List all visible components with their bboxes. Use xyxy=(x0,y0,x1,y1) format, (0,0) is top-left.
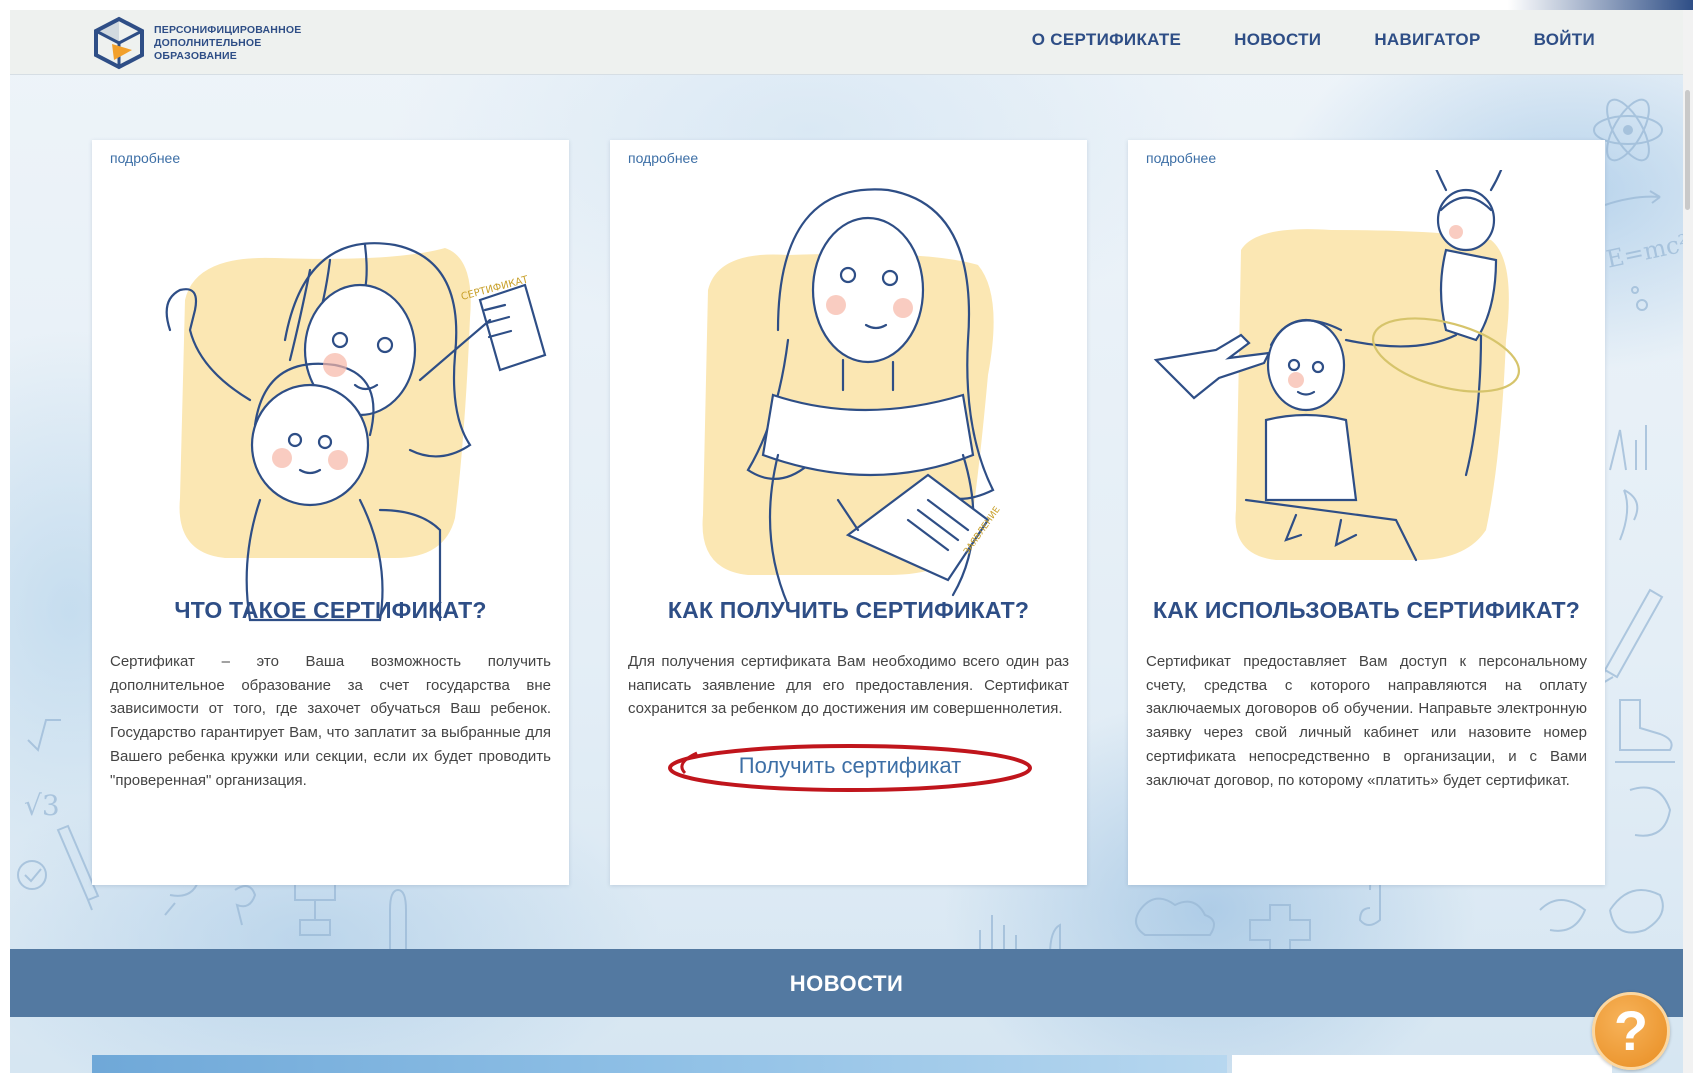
card-title: КАК ИСПОЛЬЗОВАТЬ СЕРТИФИКАТ? xyxy=(1153,597,1580,623)
news-side-panel xyxy=(1232,1055,1612,1073)
news-title: НОВОСТИ xyxy=(789,971,904,996)
pencil-icon xyxy=(1599,588,1664,687)
svg-text:E=mc²: E=mc² xyxy=(1604,229,1683,274)
nav-about-certificate[interactable]: О СЕРТИФИКАТЕ xyxy=(1032,30,1181,50)
cta-highlight: Получить сертификат xyxy=(655,740,1045,800)
window-accent xyxy=(1230,0,1693,10)
get-certificate-link[interactable]: Получить сертификат xyxy=(655,753,1045,779)
card-what-is-certificate: подробнее СЕРТИФИКАТ ЧТО ТАКОЕ СЕРТИФИКА… xyxy=(92,140,569,885)
card-how-to-get-certificate: подробнее ЗАЯВЛЕНИЕ КАК ПОЛУЧИТЬ СЕРТИФИ… xyxy=(610,140,1087,885)
card-text: Для получения сертификата Вам необходимо… xyxy=(628,653,1069,718)
nav-login[interactable]: ВОЙТИ xyxy=(1534,30,1595,50)
news-banner[interactable] xyxy=(92,1055,1227,1073)
nav-navigator[interactable]: НАВИГАТОР xyxy=(1374,30,1480,50)
help-icon: ? xyxy=(1613,999,1649,1062)
logo-text: ПЕРСОНИФИЦИРОВАННОЕ ДОПОЛНИТЕЛЬНОЕ ОБРАЗ… xyxy=(154,24,301,63)
more-link[interactable]: подробнее xyxy=(1146,150,1216,166)
help-button[interactable]: ? xyxy=(1592,992,1670,1070)
page: E=mc² √3 ПЕРСОНИФИЦИРОВАННОЕ ДОПОЛНИТЕЛЬ… xyxy=(10,10,1683,1073)
card-title: ЧТО ТАКОЕ СЕРТИФИКАТ? xyxy=(174,597,487,623)
skate-icon xyxy=(1615,699,1675,763)
logo[interactable]: ПЕРСОНИФИЦИРОВАННОЕ ДОПОЛНИТЕЛЬНОЕ ОБРАЗ… xyxy=(92,16,332,70)
site-header: ПЕРСОНИФИЦИРОВАННОЕ ДОПОЛНИТЕЛЬНОЕ ОБРАЗ… xyxy=(10,10,1683,75)
logo-line: ДОПОЛНИТЕЛЬНОЕ xyxy=(154,36,262,49)
card-how-to-use-certificate: подробнее КАК ИСПОЛЬЗОВАТЬ СЕРТИФИКАТ? С… xyxy=(1128,140,1605,885)
main-nav: О СЕРТИФИКАТЕ НОВОСТИ НАВИГАТОР ВОЙТИ xyxy=(979,30,1595,50)
logo-line: ПЕРСОНИФИЦИРОВАННОЕ xyxy=(154,23,302,36)
scrollbar-thumb[interactable] xyxy=(1685,90,1690,210)
nav-news[interactable]: НОВОСТИ xyxy=(1234,30,1321,50)
more-link[interactable]: подробнее xyxy=(110,150,180,166)
svg-text:√3: √3 xyxy=(24,789,60,822)
news-section-header: НОВОСТИ xyxy=(10,949,1683,1017)
logo-cube-icon xyxy=(94,16,144,70)
card-text: Сертификат – это Ваша возможность получи… xyxy=(110,653,551,789)
card-title: КАК ПОЛУЧИТЬ СЕРТИФИКАТ? xyxy=(667,597,1030,623)
logo-line: ОБРАЗОВАНИЕ xyxy=(154,49,237,62)
card-text: Сертификат предоставляет Вам доступ к пе… xyxy=(1146,653,1587,789)
more-link[interactable]: подробнее xyxy=(628,150,698,166)
